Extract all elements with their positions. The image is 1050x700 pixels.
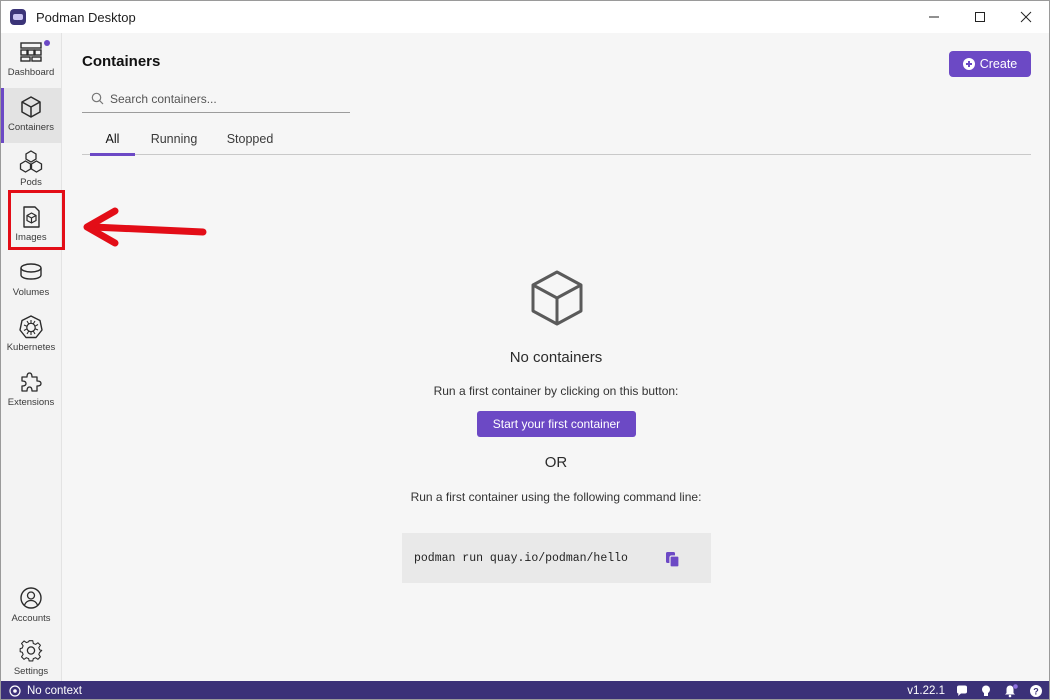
tab-bar: All Running Stopped	[82, 123, 1031, 156]
sidebar-item-containers[interactable]: Containers	[1, 88, 61, 143]
search-container	[82, 85, 350, 113]
empty-state-title: No containers	[509, 349, 603, 366]
create-button-label: Create	[979, 57, 1018, 71]
minimize-icon	[929, 16, 939, 18]
minimize-button[interactable]	[911, 1, 957, 33]
command-text: podman run quay.io/podman/hello	[414, 551, 628, 565]
sidebar-item-label: Dashboard	[7, 67, 55, 78]
chat-icon[interactable]	[955, 684, 969, 698]
sidebar-item-label: Volumes	[12, 287, 50, 298]
sidebar-item-label: Extensions	[7, 397, 55, 408]
pods-icon	[19, 150, 43, 173]
sidebar-item-label: Kubernetes	[6, 342, 56, 353]
notification-dot	[44, 40, 50, 46]
sidebar: Dashboard Containers Pods Images Volumes…	[1, 33, 62, 681]
sidebar-item-kubernetes[interactable]: Kubernetes	[1, 308, 61, 363]
page-title: Containers	[82, 53, 161, 70]
search-icon	[91, 92, 104, 105]
start-first-container-button[interactable]: Start your first container	[477, 411, 636, 437]
command-box: podman run quay.io/podman/hello	[402, 533, 711, 583]
svg-text:?: ?	[1033, 687, 1039, 697]
gear-icon	[19, 640, 43, 662]
close-window-button[interactable]	[1003, 1, 1049, 33]
status-right: v1.22.1 ?	[907, 681, 1043, 699]
volume-icon	[20, 263, 42, 280]
podman-desktop-window: Podman Desktop Dashboard Containers Pods…	[0, 0, 1050, 700]
context-status[interactable]: No context	[27, 685, 82, 697]
lightbulb-icon[interactable]	[979, 684, 993, 698]
maximize-icon	[975, 12, 985, 22]
app-title: Podman Desktop	[36, 9, 136, 25]
sidebar-item-volumes[interactable]: Volumes	[1, 253, 61, 308]
container-icon	[531, 270, 583, 326]
title-bar: Podman Desktop	[1, 1, 1049, 33]
puzzle-icon	[21, 372, 42, 392]
status-bar: No context v1.22.1 ?	[1, 681, 1049, 699]
sidebar-item-dashboard[interactable]: Dashboard	[1, 33, 61, 88]
bell-icon[interactable]	[1003, 684, 1019, 698]
annotation-arrow-icon	[83, 207, 207, 247]
sidebar-item-extensions[interactable]: Extensions	[1, 363, 61, 418]
command-description: Run a first container using the followin…	[410, 490, 702, 504]
plus-circle-icon	[962, 58, 975, 70]
tab-stopped[interactable]: Stopped	[220, 123, 280, 154]
sidebar-item-settings[interactable]: Settings	[1, 632, 61, 687]
dashboard-icon	[20, 42, 42, 62]
sidebar-item-label: Accounts	[11, 613, 51, 624]
version-label: v1.22.1	[907, 685, 945, 697]
create-button[interactable]: Create	[949, 51, 1031, 77]
close-icon	[1020, 11, 1032, 23]
user-icon	[20, 587, 42, 609]
or-separator: OR	[544, 454, 568, 471]
tab-all[interactable]: All	[90, 123, 135, 156]
main-content: Containers Create All Running Stopped	[62, 33, 1049, 681]
kubernetes-icon	[19, 315, 43, 339]
tab-label: Running	[150, 131, 198, 146]
help-icon[interactable]: ?	[1029, 684, 1043, 698]
sidebar-item-label: Settings	[13, 666, 49, 677]
copy-icon[interactable]	[664, 550, 682, 568]
podman-logo-icon	[10, 9, 26, 25]
empty-state-description: Run a first container by clicking on thi…	[433, 384, 679, 398]
tab-running[interactable]: Running	[144, 123, 204, 154]
sidebar-item-label: Pods	[20, 177, 42, 188]
sidebar-item-label: Containers	[8, 122, 54, 133]
annotation-highlight-box	[8, 190, 65, 250]
sidebar-item-accounts[interactable]: Accounts	[1, 579, 61, 634]
window-controls	[911, 1, 1049, 33]
kubernetes-icon	[9, 685, 21, 697]
tab-label: All	[105, 131, 120, 146]
tab-label: Stopped	[226, 131, 274, 146]
maximize-button[interactable]	[957, 1, 1003, 33]
search-input[interactable]	[110, 91, 340, 106]
container-icon	[21, 96, 41, 118]
